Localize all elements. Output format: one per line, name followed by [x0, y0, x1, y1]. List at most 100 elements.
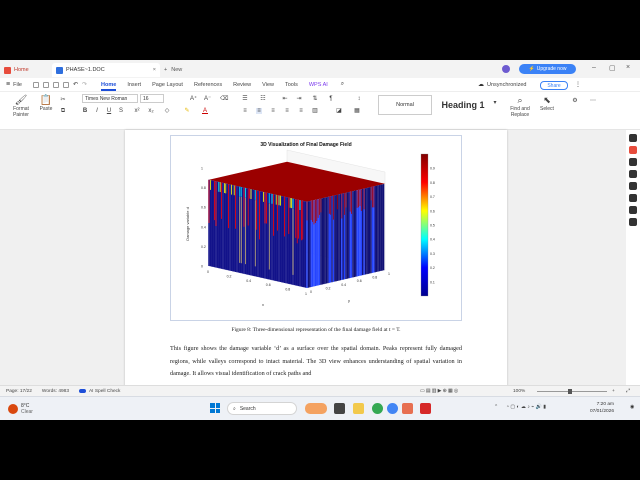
- search-highlight-icon[interactable]: [305, 403, 327, 414]
- tab-document[interactable]: PHASE~1.DOC ×: [52, 63, 160, 77]
- minimize-icon[interactable]: –: [592, 64, 596, 71]
- menu-view[interactable]: View: [262, 82, 274, 88]
- close-tab-icon[interactable]: ×: [153, 67, 156, 73]
- line-spacing-icon[interactable]: ↕: [356, 96, 362, 102]
- side-tool-icon[interactable]: [629, 182, 637, 190]
- show-marks-icon[interactable]: ¶: [328, 96, 334, 102]
- file-explorer-icon[interactable]: [353, 403, 364, 414]
- numbered-list-icon[interactable]: ☷: [260, 96, 266, 102]
- style-heading-1[interactable]: Heading 1: [434, 95, 492, 115]
- windows-start-icon[interactable]: [210, 403, 220, 413]
- font-size-select[interactable]: 16: [140, 94, 164, 103]
- menu-home[interactable]: Home: [101, 82, 117, 91]
- side-tool-icon[interactable]: [629, 218, 637, 226]
- zoom-slider-thumb[interactable]: [568, 389, 572, 394]
- more-options-icon[interactable]: ⋮: [575, 81, 581, 88]
- clear-format-icon[interactable]: ◇: [164, 108, 170, 114]
- page-indicator[interactable]: Page: 17/22: [6, 389, 32, 394]
- side-tool-icon[interactable]: [629, 206, 637, 214]
- pdf-app-icon[interactable]: [402, 403, 413, 414]
- italic-button[interactable]: I: [94, 108, 100, 114]
- menu-file[interactable]: File: [13, 82, 22, 88]
- side-tool-icon[interactable]: [629, 194, 637, 202]
- side-tool-icon[interactable]: [629, 146, 637, 154]
- menu-review[interactable]: Review: [233, 82, 251, 88]
- avatar[interactable]: [502, 65, 510, 73]
- figure-frame[interactable]: 3D Visualization of Final Damage Field D…: [170, 135, 462, 321]
- bold-button[interactable]: B: [82, 108, 88, 114]
- strikethrough-button[interactable]: S: [118, 108, 124, 114]
- spell-check-toggle[interactable]: AI Spell Check: [89, 389, 120, 394]
- side-tool-icon[interactable]: [629, 158, 637, 166]
- side-tool-icon[interactable]: [629, 134, 637, 142]
- tray-icons[interactable]: ◔ ▢ ◐ ☁ ♪ ⌁ 🔊 ▮: [506, 404, 546, 410]
- justify-icon[interactable]: ≡: [284, 108, 290, 114]
- underline-button[interactable]: U: [106, 108, 112, 114]
- menu-tools[interactable]: Tools: [285, 82, 298, 88]
- fullscreen-icon[interactable]: ⤢: [626, 388, 630, 394]
- unsynchronized-status[interactable]: Unsynchronized: [487, 82, 526, 88]
- increase-font-icon[interactable]: A⁺: [190, 96, 197, 102]
- ribbon-more-icon[interactable]: ⋯: [590, 98, 596, 104]
- clock[interactable]: 7:20 am 07/01/2026: [590, 401, 614, 415]
- share-button[interactable]: Share: [540, 81, 568, 90]
- print-icon[interactable]: [52, 81, 59, 88]
- shading-icon[interactable]: ◪: [336, 108, 342, 114]
- increase-indent-icon[interactable]: ⇥: [296, 96, 302, 102]
- wps-app-icon[interactable]: [420, 403, 431, 414]
- subscript-button[interactable]: x₂: [148, 108, 154, 114]
- taskbar-search[interactable]: ⌕ Search: [227, 402, 297, 415]
- format-painter-button[interactable]: 🖌 Format Painter: [8, 95, 34, 118]
- styles-scroll-icon[interactable]: ▾: [492, 100, 498, 106]
- find-replace-button[interactable]: ⌕ Find and Replace: [506, 95, 534, 118]
- notification-icon[interactable]: ◉: [630, 404, 634, 410]
- select-button[interactable]: ⬉ Select: [536, 95, 558, 112]
- new-tab-button[interactable]: + New: [160, 63, 200, 77]
- borders-icon[interactable]: ▦: [354, 108, 360, 114]
- search-icon[interactable]: ⌕: [341, 81, 344, 88]
- chrome-icon[interactable]: [372, 403, 383, 414]
- weather-widget[interactable]: 8°C Clear: [21, 403, 33, 415]
- weather-icon[interactable]: [8, 403, 18, 414]
- sort-icon[interactable]: ⇅: [312, 96, 318, 102]
- distributed-icon[interactable]: ≡: [298, 108, 304, 114]
- superscript-button[interactable]: x²: [134, 108, 140, 114]
- style-normal[interactable]: Normal: [378, 95, 432, 115]
- settings-icon[interactable]: ⚙: [572, 98, 578, 104]
- zoom-level[interactable]: 100%: [513, 389, 525, 394]
- toggle-icon[interactable]: [78, 389, 86, 393]
- cut-icon[interactable]: ✂: [60, 97, 66, 103]
- menu-icon[interactable]: ≡: [6, 81, 10, 88]
- menu-wps-ai[interactable]: WPS AI: [309, 82, 328, 88]
- chrome-alt-icon[interactable]: [387, 403, 398, 414]
- export-pdf-icon[interactable]: [42, 81, 49, 88]
- change-case-icon[interactable]: ⌫: [220, 96, 228, 102]
- upgrade-button[interactable]: ⚡ Upgrade now: [519, 64, 576, 74]
- menu-page-layout[interactable]: Page Layout: [152, 82, 183, 88]
- word-count[interactable]: Words: 4983: [42, 389, 69, 394]
- copy-icon[interactable]: ⧉: [60, 108, 66, 114]
- bullet-list-icon[interactable]: ☰: [242, 96, 248, 102]
- font-color-icon[interactable]: A: [202, 108, 208, 114]
- tab-home[interactable]: Home: [0, 63, 52, 77]
- print-preview-icon[interactable]: [62, 81, 69, 88]
- close-window-icon[interactable]: ×: [626, 64, 630, 71]
- menu-references[interactable]: References: [194, 82, 222, 88]
- decrease-font-icon[interactable]: A⁻: [204, 96, 211, 102]
- align-right-icon[interactable]: ≡: [270, 108, 276, 114]
- decrease-indent-icon[interactable]: ⇤: [282, 96, 288, 102]
- save-icon[interactable]: [32, 81, 39, 88]
- side-tool-icon[interactable]: [629, 170, 637, 178]
- tray-chevron-icon[interactable]: ⌃: [494, 404, 498, 410]
- task-view-icon[interactable]: [334, 403, 345, 414]
- menu-insert[interactable]: Insert: [127, 82, 141, 88]
- align-center-icon[interactable]: ≡: [256, 108, 262, 114]
- zoom-in-icon[interactable]: +: [612, 389, 615, 394]
- align-left-icon[interactable]: ≡: [242, 108, 248, 114]
- paste-button[interactable]: 📋 Paste: [36, 95, 56, 112]
- document-page[interactable]: 3D Visualization of Final Damage Field D…: [125, 130, 507, 402]
- undo-icon[interactable]: ↶: [73, 81, 78, 88]
- columns-icon[interactable]: ▥: [312, 108, 318, 114]
- zoom-slider[interactable]: [537, 391, 607, 392]
- font-name-select[interactable]: Times New Roman: [82, 94, 138, 103]
